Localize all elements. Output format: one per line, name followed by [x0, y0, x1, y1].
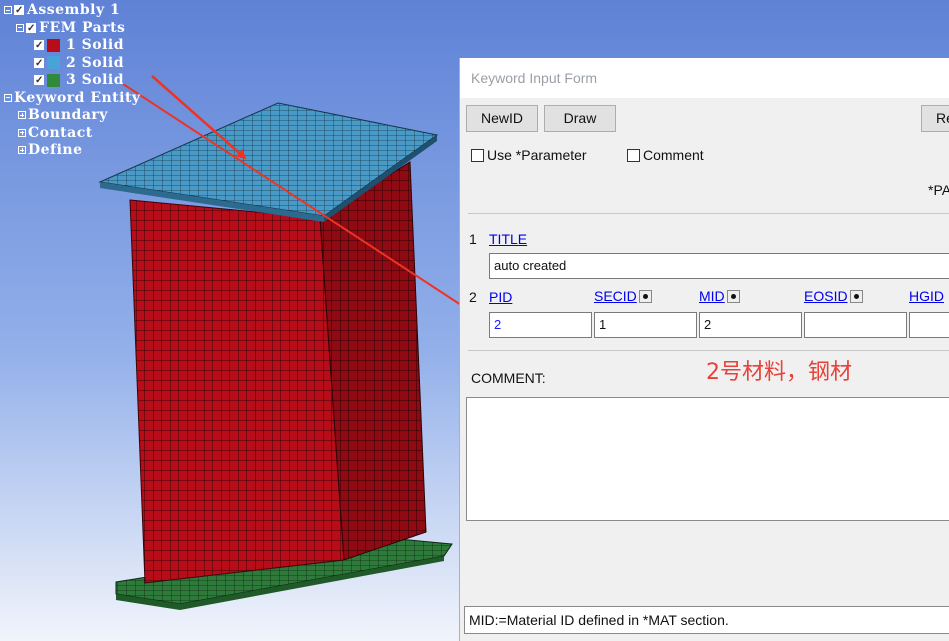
part-color-swatch	[47, 73, 60, 87]
select-dot-icon[interactable]	[638, 290, 652, 303]
part-color-swatch	[47, 38, 60, 52]
checkbox-icon[interactable]	[14, 2, 24, 20]
mid-link[interactable]: MID	[699, 288, 725, 304]
model-tree: Assembly 1 FEM Parts 1 Solid 2 Solid 3 S…	[4, 2, 141, 160]
newid-button[interactable]: NewID	[466, 105, 538, 132]
checkbox-icon[interactable]	[34, 55, 44, 72]
pid-link[interactable]: PID	[489, 289, 512, 305]
tree-define[interactable]: Define	[4, 142, 141, 160]
expand-icon[interactable]	[18, 111, 26, 119]
expand-icon[interactable]	[18, 128, 26, 137]
comment-checkbox[interactable]: Comment	[627, 146, 704, 164]
row-number-1: 1	[469, 231, 477, 247]
title-link[interactable]: TITLE	[489, 231, 527, 247]
part-color-swatch	[47, 56, 60, 69]
checkbox-icon[interactable]	[26, 20, 36, 37]
eosid-input[interactable]	[804, 312, 907, 338]
divider	[468, 213, 949, 214]
secid-input[interactable]: 1	[594, 312, 697, 338]
keyword-input-form: Keyword Input Form NewID Draw Re Use *Pa…	[459, 58, 949, 641]
parameter-label: *PA	[928, 182, 949, 198]
row-number-2: 2	[469, 289, 477, 305]
comment-textarea[interactable]	[466, 397, 949, 521]
expand-icon[interactable]	[18, 146, 26, 154]
mid-header: MID	[699, 288, 740, 306]
tree-part-3[interactable]: 3 Solid	[4, 72, 141, 90]
divider	[468, 350, 949, 351]
secid-header: SECID	[594, 288, 652, 306]
solid-part1-front	[129, 199, 345, 584]
collapse-icon[interactable]	[4, 93, 12, 102]
select-dot-icon[interactable]	[849, 290, 863, 303]
tree-contact[interactable]: Contact	[4, 125, 141, 143]
tree-part-2[interactable]: 2 Solid	[4, 55, 141, 72]
collapse-icon[interactable]	[4, 6, 12, 14]
mid-input[interactable]: 2	[699, 312, 802, 338]
select-dot-icon[interactable]	[726, 290, 740, 303]
hgid-link[interactable]: HGID	[909, 288, 944, 304]
checkbox-box[interactable]	[627, 149, 640, 162]
checkbox-icon[interactable]	[34, 37, 44, 55]
checkbox-icon[interactable]	[34, 72, 44, 90]
hgid-header: HGID	[909, 288, 944, 306]
eosid-link[interactable]: EOSID	[804, 288, 848, 304]
annotation-text: 2号材料，钢材	[706, 360, 852, 385]
tree-boundary[interactable]: Boundary	[4, 107, 141, 125]
collapse-icon[interactable]	[16, 23, 24, 32]
reset-button[interactable]: Re	[921, 105, 949, 132]
draw-button[interactable]: Draw	[544, 105, 616, 132]
eosid-header: EOSID	[804, 288, 863, 306]
checkbox-box[interactable]	[471, 149, 484, 162]
tree-assembly[interactable]: Assembly 1	[4, 2, 141, 20]
tree-keyword-entity[interactable]: Keyword Entity	[4, 90, 141, 108]
window-title: Keyword Input Form	[460, 58, 949, 98]
secid-link[interactable]: SECID	[594, 288, 637, 304]
hgid-input[interactable]	[909, 312, 949, 338]
tree-part-1[interactable]: 1 Solid	[4, 37, 141, 55]
title-input[interactable]: auto created	[489, 253, 949, 279]
help-status-bar: MID:=Material ID defined in *MAT section…	[464, 606, 949, 634]
comment-label: COMMENT:	[471, 370, 546, 386]
pid-input[interactable]: 2	[489, 312, 592, 338]
use-parameter-checkbox[interactable]: Use *Parameter	[471, 146, 587, 164]
tree-fem-parts[interactable]: FEM Parts	[4, 20, 141, 37]
